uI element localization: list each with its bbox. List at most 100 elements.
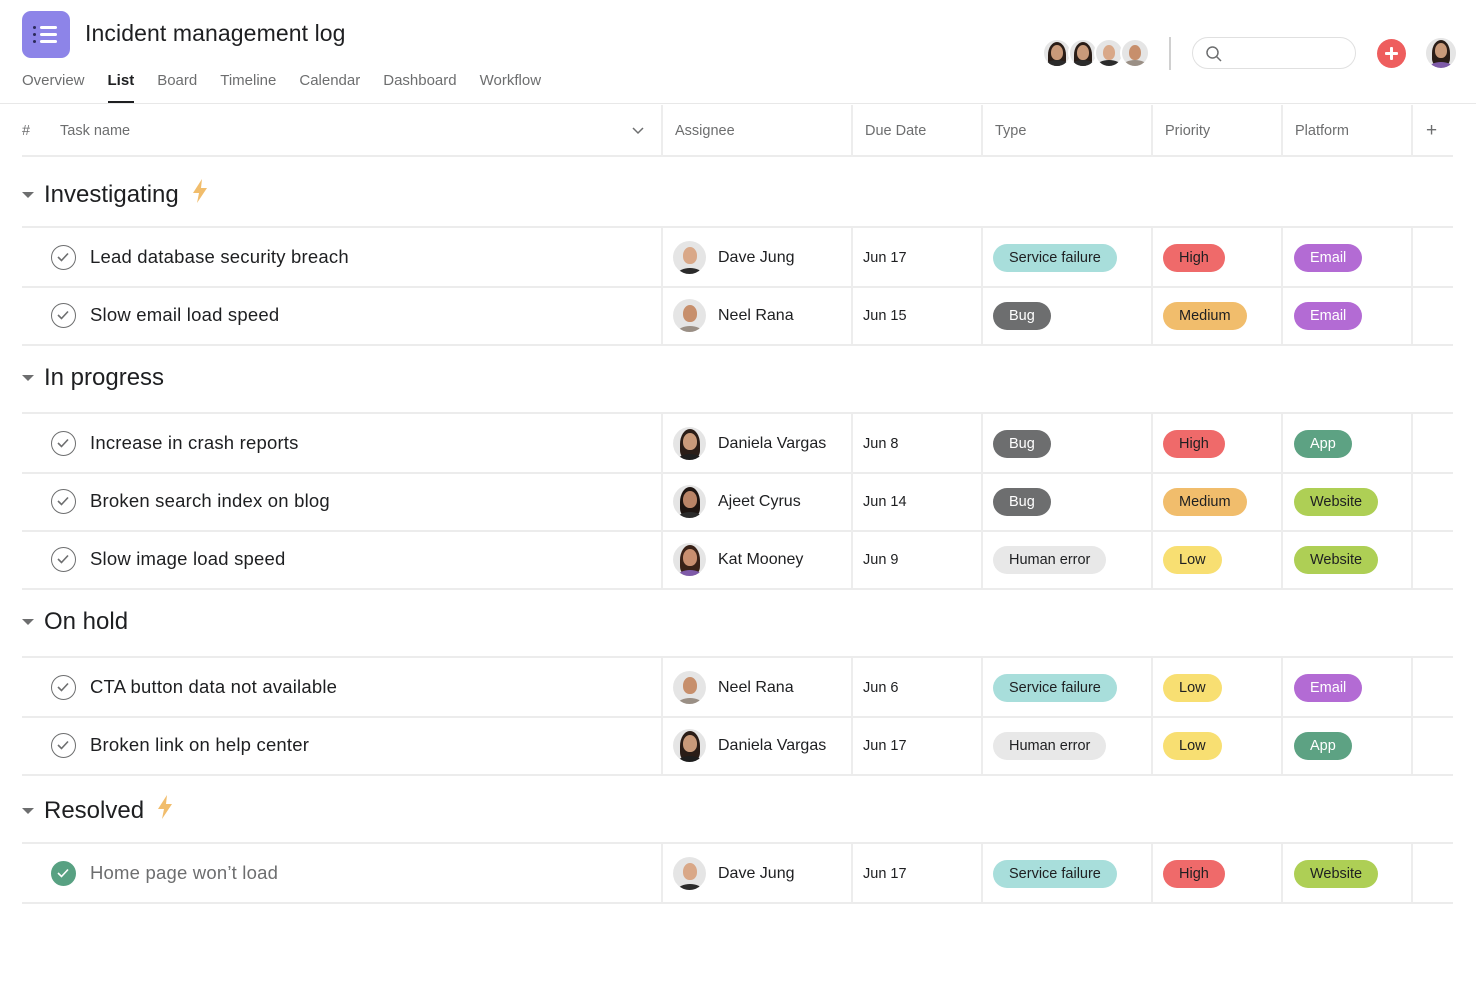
tab-overview[interactable]: Overview xyxy=(22,72,85,103)
task-name[interactable]: Broken link on help center xyxy=(90,734,309,756)
type-tag[interactable]: Human error xyxy=(993,546,1107,574)
collapse-caret-icon[interactable] xyxy=(22,807,34,814)
priority-tag[interactable]: High xyxy=(1163,244,1225,272)
tab-board[interactable]: Board xyxy=(157,72,197,103)
due-date[interactable]: Jun 17 xyxy=(863,250,907,266)
chevron-down-icon[interactable] xyxy=(632,127,644,135)
task-name[interactable]: Home page won’t load xyxy=(90,862,278,884)
due-date[interactable]: Jun 6 xyxy=(863,680,898,696)
section-title[interactable]: Resolved xyxy=(44,797,144,825)
assignee-cell[interactable]: Ajeet Cyrus xyxy=(673,485,801,518)
platform-tag[interactable]: Website xyxy=(1294,860,1379,888)
type-tag[interactable]: Bug xyxy=(993,302,1051,330)
complete-task-checkbox[interactable] xyxy=(51,431,76,456)
priority-tag[interactable]: High xyxy=(1163,860,1225,888)
assignee-cell[interactable]: Dave Jung xyxy=(673,241,795,274)
complete-task-checkbox[interactable] xyxy=(51,733,76,758)
task-name[interactable]: Slow image load speed xyxy=(90,548,286,570)
assignee-cell[interactable]: Daniela Vargas xyxy=(673,427,826,460)
tab-list[interactable]: List xyxy=(107,72,134,103)
section-title[interactable]: Investigating xyxy=(44,181,179,209)
due-date[interactable]: Jun 9 xyxy=(863,552,898,568)
assignee-name: Ajeet Cyrus xyxy=(718,492,801,510)
task-name[interactable]: Slow email load speed xyxy=(90,304,279,326)
priority-tag[interactable]: Low xyxy=(1163,546,1222,574)
table-row[interactable]: Increase in crash reports Daniela Vargas… xyxy=(22,414,1453,472)
tab-workflow[interactable]: Workflow xyxy=(480,72,541,103)
add-button[interactable] xyxy=(1377,39,1406,68)
type-tag[interactable]: Service failure xyxy=(993,244,1117,272)
priority-tag[interactable]: Low xyxy=(1163,732,1222,760)
assignee-cell[interactable]: Neel Rana xyxy=(673,671,794,704)
tab-calendar[interactable]: Calendar xyxy=(299,72,360,103)
section-title[interactable]: In progress xyxy=(44,364,164,392)
section-title[interactable]: On hold xyxy=(44,608,128,636)
table-row[interactable]: Lead database security breach Dave Jung … xyxy=(22,228,1453,286)
priority-tag[interactable]: Medium xyxy=(1163,302,1247,330)
column-platform[interactable]: Platform xyxy=(1295,105,1349,157)
complete-task-checkbox[interactable] xyxy=(51,489,76,514)
column-number: # xyxy=(22,123,31,139)
complete-task-checkbox[interactable] xyxy=(51,547,76,572)
divider xyxy=(22,588,1453,590)
table-row[interactable]: Broken link on help center Daniela Varga… xyxy=(22,716,1453,774)
type-tag[interactable]: Service failure xyxy=(993,860,1117,888)
lightning-icon xyxy=(154,794,176,827)
complete-task-checkbox[interactable] xyxy=(51,675,76,700)
collapse-caret-icon[interactable] xyxy=(22,375,34,381)
type-tag[interactable]: Bug xyxy=(993,430,1051,458)
search-box[interactable] xyxy=(1192,37,1356,69)
complete-task-checkbox[interactable] xyxy=(51,303,76,328)
due-date[interactable]: Jun 14 xyxy=(863,494,907,510)
search-input[interactable] xyxy=(1229,42,1349,64)
priority-tag[interactable]: Medium xyxy=(1163,488,1247,516)
due-date[interactable]: Jun 17 xyxy=(863,866,907,882)
table-row[interactable]: CTA button data not available Neel Rana … xyxy=(22,658,1453,716)
platform-tag[interactable]: Email xyxy=(1294,302,1363,330)
member-avatar[interactable] xyxy=(1120,38,1150,68)
assignee-cell[interactable]: Neel Rana xyxy=(673,299,794,332)
due-date[interactable]: Jun 15 xyxy=(863,308,907,324)
platform-tag[interactable]: Website xyxy=(1294,546,1379,574)
task-name[interactable]: Increase in crash reports xyxy=(90,432,299,454)
collapse-caret-icon[interactable] xyxy=(22,191,34,198)
table-row[interactable]: Slow email load speed Neel Rana Jun 15 B… xyxy=(22,286,1453,344)
assignee-cell[interactable]: Dave Jung xyxy=(673,857,795,890)
task-name[interactable]: CTA button data not available xyxy=(90,676,337,698)
platform-tag[interactable]: Website xyxy=(1294,488,1379,516)
collapse-caret-icon[interactable] xyxy=(22,619,34,625)
platform-tag[interactable]: App xyxy=(1294,732,1352,760)
add-column-button[interactable]: + xyxy=(1426,105,1437,157)
table-row[interactable]: Slow image load speed Kat Mooney Jun 9 H… xyxy=(22,530,1453,588)
completed-check-icon[interactable] xyxy=(51,861,76,886)
platform-tag[interactable]: Email xyxy=(1294,674,1363,702)
divider xyxy=(22,902,1453,904)
priority-tag[interactable]: Low xyxy=(1163,674,1222,702)
column-type[interactable]: Type xyxy=(995,105,1026,157)
type-tag[interactable]: Human error xyxy=(993,732,1107,760)
project-members[interactable] xyxy=(1042,38,1150,68)
column-priority[interactable]: Priority xyxy=(1165,105,1210,157)
task-name[interactable]: Lead database security breach xyxy=(90,246,349,268)
table-header: # Task name Assignee Due Date Type Prior… xyxy=(22,105,1453,157)
platform-tag[interactable]: App xyxy=(1294,430,1352,458)
tab-dashboard[interactable]: Dashboard xyxy=(383,72,456,103)
tab-timeline[interactable]: Timeline xyxy=(220,72,276,103)
column-due-date[interactable]: Due Date xyxy=(865,105,926,157)
platform-tag[interactable]: Email xyxy=(1294,244,1363,272)
task-name[interactable]: Broken search index on blog xyxy=(90,490,330,512)
column-task-name[interactable]: Task name xyxy=(60,105,130,157)
assignee-cell[interactable]: Kat Mooney xyxy=(673,543,803,576)
complete-task-checkbox[interactable] xyxy=(51,245,76,270)
due-date[interactable]: Jun 17 xyxy=(863,738,907,754)
due-date[interactable]: Jun 8 xyxy=(863,436,898,452)
column-assignee[interactable]: Assignee xyxy=(675,105,735,157)
type-tag[interactable]: Service failure xyxy=(993,674,1117,702)
type-tag[interactable]: Bug xyxy=(993,488,1051,516)
table-row[interactable]: Broken search index on blog Ajeet Cyrus … xyxy=(22,472,1453,530)
user-avatar[interactable] xyxy=(1426,38,1456,68)
assignee-name: Dave Jung xyxy=(718,864,795,882)
assignee-cell[interactable]: Daniela Vargas xyxy=(673,729,826,762)
priority-tag[interactable]: High xyxy=(1163,430,1225,458)
table-row[interactable]: Home page won’t load Dave Jung Jun 17 Se… xyxy=(22,844,1453,902)
